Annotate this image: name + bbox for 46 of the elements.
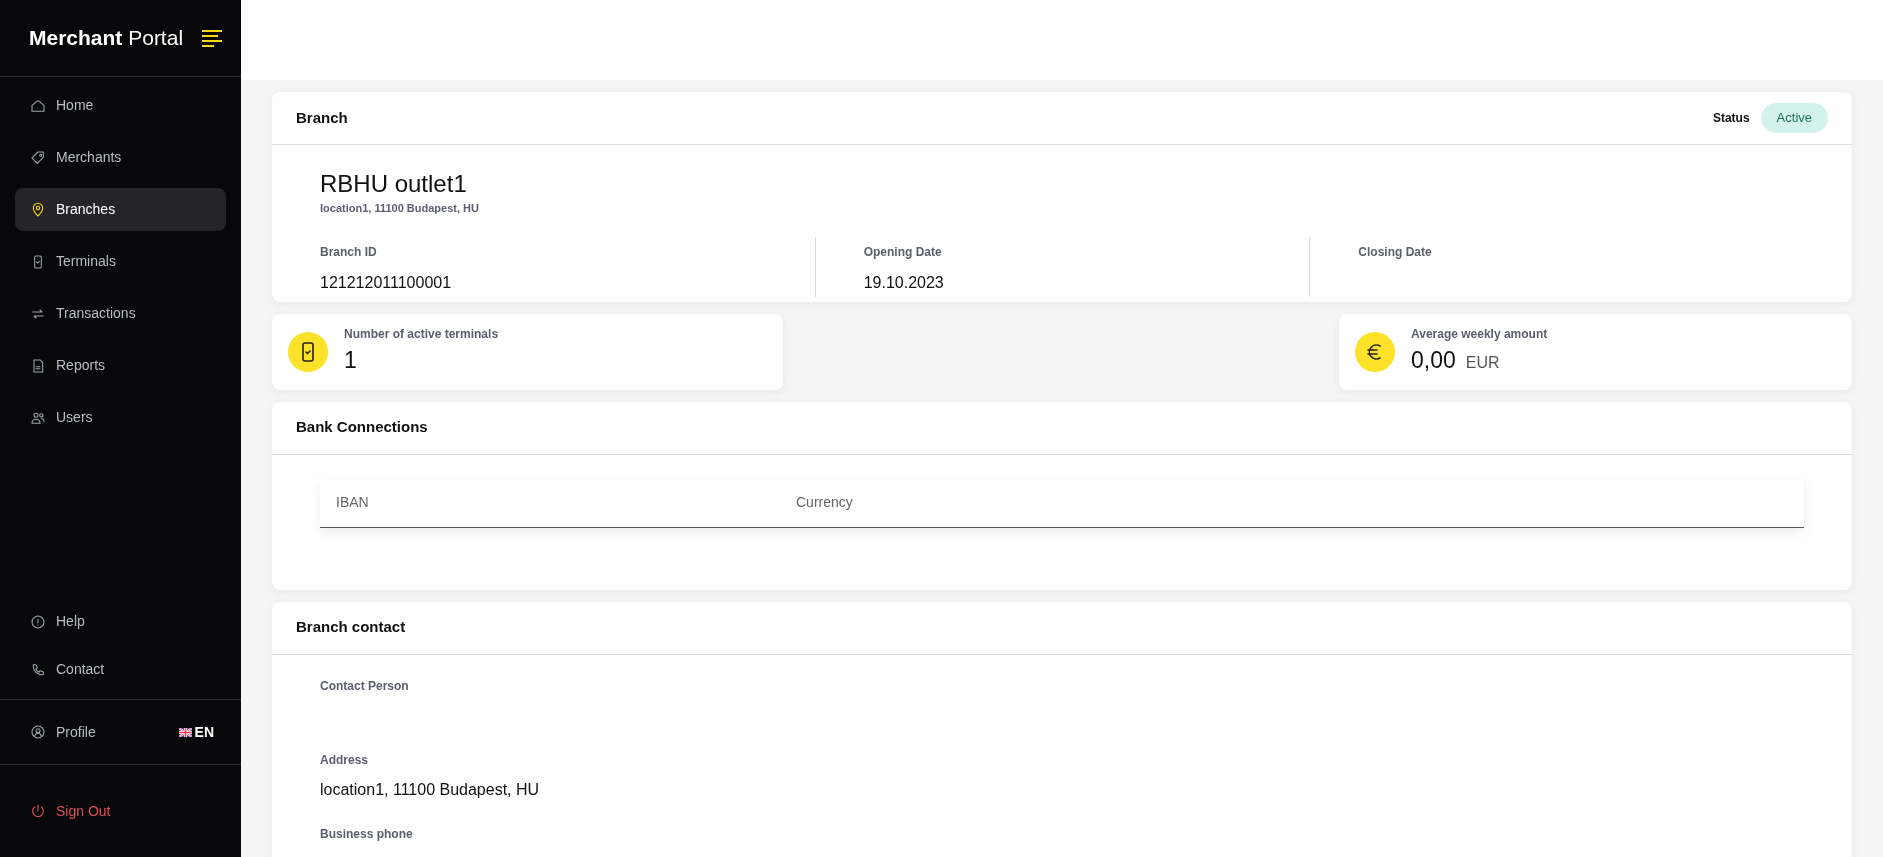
branch-address: location1, 11100 Budapest, HU	[320, 201, 480, 216]
sidebar-item[interactable]: Users	[15, 396, 226, 439]
field-label: Contact Person	[320, 677, 410, 695]
language-selector[interactable]: EN	[178, 721, 214, 743]
phone-icon	[30, 661, 46, 678]
menu-icon[interactable]	[201, 29, 223, 47]
tag-icon	[30, 149, 46, 166]
field-value: 121212011100001	[320, 272, 453, 293]
field-value: location1, 11100 Budapest, HU	[320, 779, 541, 800]
sidebar-item[interactable]: Branches	[15, 188, 226, 231]
sidebar-item[interactable]: Reports	[15, 344, 226, 387]
stat-value: 0,00	[1411, 346, 1456, 376]
power-icon	[30, 803, 46, 819]
location-pin-icon	[30, 201, 46, 218]
info-icon	[30, 613, 46, 630]
stat-label: Average weekly amount	[1411, 326, 1548, 344]
sidebar-item[interactable]: Home	[15, 84, 226, 127]
status-label: Status	[1712, 110, 1750, 127]
logo: Merchant Portal	[29, 25, 184, 52]
status-badge: Active	[1760, 103, 1828, 133]
user-icon	[30, 724, 46, 740]
flag-icon	[178, 727, 192, 737]
stat-unit: EUR	[1465, 353, 1500, 374]
sign-out-link[interactable]: Sign Out	[15, 789, 111, 833]
card-title: Branch contact	[296, 617, 406, 638]
home-icon	[30, 97, 46, 114]
branch-name: RBHU outlet1	[320, 170, 468, 198]
column-header: IBAN	[335, 493, 370, 512]
sidebar-item[interactable]: Terminals	[15, 240, 226, 283]
field-label: Branch ID	[320, 243, 378, 261]
column-header: Currency	[795, 493, 853, 512]
field-label: Address	[320, 751, 370, 769]
field-label: Business phone	[320, 825, 414, 843]
profile-link[interactable]: Profile	[15, 710, 96, 754]
sidebar-item[interactable]: Transactions	[15, 292, 226, 335]
sidebar-item[interactable]: Help	[15, 600, 226, 643]
field-value: 19.10.2023	[863, 272, 945, 293]
field-label: Opening Date	[863, 243, 943, 261]
document-icon	[30, 357, 46, 374]
card-title: Branch	[296, 107, 348, 128]
card-title: Bank Connections	[296, 417, 428, 438]
sidebar-item[interactable]: Merchants	[15, 136, 226, 179]
sidebar-item[interactable]: Contact	[15, 648, 226, 691]
field-label: Closing Date	[1358, 243, 1433, 261]
stat-value: 1	[344, 346, 357, 376]
stat-label: Number of active terminals	[344, 326, 499, 344]
